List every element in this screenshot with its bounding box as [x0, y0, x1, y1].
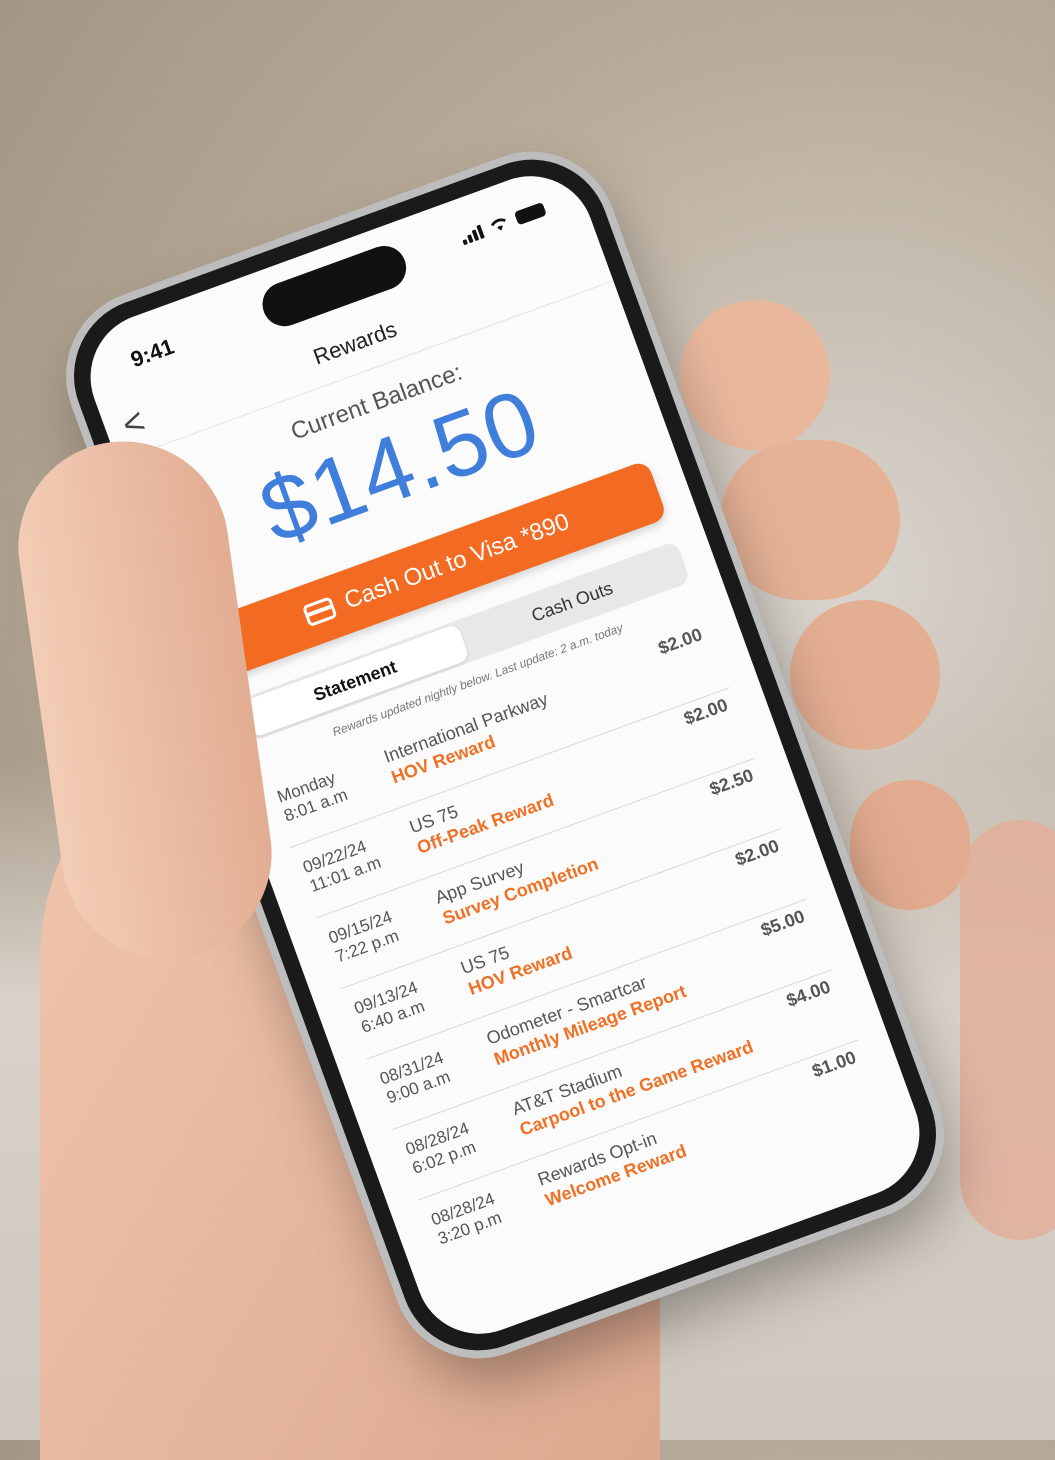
status-time: 9:41 [127, 333, 178, 373]
background-hand [960, 820, 1055, 1240]
hand-finger [850, 780, 970, 910]
hand-finger [720, 440, 900, 600]
status-icons [459, 200, 547, 246]
credit-card-icon [302, 596, 339, 627]
hand-finger [790, 600, 940, 750]
battery-icon [513, 201, 547, 226]
wifi-icon [490, 218, 506, 231]
hand-finger [680, 300, 830, 450]
signal-icon [459, 224, 485, 246]
row-amount: $2.00 [655, 624, 705, 659]
